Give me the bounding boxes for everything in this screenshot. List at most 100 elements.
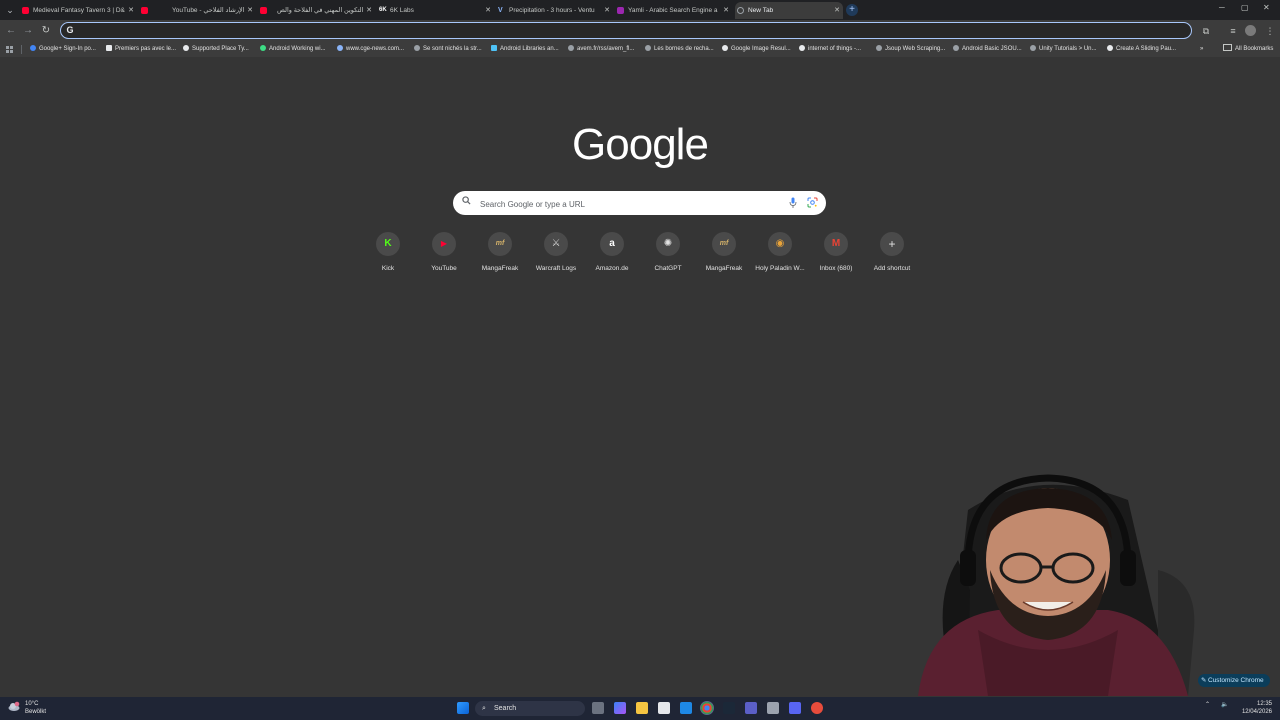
new-tab-icon [737, 7, 744, 14]
tab-4[interactable]: V Precipitation - 3 hours - Ventu ✕ [496, 2, 613, 19]
shortcut-inbox[interactable]: M Inbox (680) [808, 232, 864, 278]
shortcut-amazon[interactable]: a Amazon.de [584, 232, 640, 278]
bookmark-favicon-icon [568, 45, 574, 51]
address-input[interactable] [79, 24, 1183, 38]
apps-grid-icon[interactable] [6, 46, 13, 53]
clock[interactable]: 12:35 12/04/2026 [1236, 700, 1272, 716]
bookmark-item[interactable]: Android Working wi... [260, 42, 326, 57]
shortcut-chatgpt[interactable]: ✺ ChatGPT [640, 232, 696, 278]
more-bookmarks-icon[interactable]: » [1200, 42, 1203, 57]
shortcut-holy-paladin[interactable]: ◉ Holy Paladin W... [752, 232, 808, 278]
close-tab-icon[interactable]: ✕ [723, 2, 729, 19]
windows-start-icon[interactable] [457, 702, 469, 714]
shortcut-add[interactable]: + Add shortcut [864, 232, 920, 278]
google-g-icon: G [66, 25, 74, 35]
tab-strip: ⌄ Medieval Fantasy Tavern 3 | D& ✕ YouTu… [0, 0, 1280, 20]
bookmark-favicon-icon [1107, 45, 1113, 51]
chrome-icon[interactable] [700, 701, 714, 715]
maximize-icon[interactable]: ▢ [1241, 3, 1249, 12]
bookmark-label: www.cge-news.com... [346, 46, 405, 52]
bookmark-item[interactable]: Android Libraries an... [491, 42, 559, 57]
microphone-icon[interactable] [789, 197, 797, 209]
tab-2[interactable]: التكوين المهني في الفلاحة والص ✕ [258, 2, 375, 19]
youtube-icon [22, 7, 29, 14]
bookmark-item[interactable]: Create A Sliding Pau... [1107, 42, 1176, 57]
close-tab-icon[interactable]: ✕ [247, 2, 253, 19]
new-tab-button[interactable]: + [846, 4, 858, 16]
bookmark-item[interactable]: internet of things -... [799, 42, 861, 57]
media-control-icon[interactable]: ≡ [1227, 25, 1239, 37]
close-tab-icon[interactable]: ✕ [834, 2, 840, 19]
shortcut-mangafreak[interactable]: mf MangaFreak [472, 232, 528, 278]
close-tab-icon[interactable]: ✕ [128, 2, 134, 19]
bookmark-item[interactable]: Les bornes de recha... [645, 42, 714, 57]
bookmark-item[interactable]: Premiers pas avec le... [106, 42, 176, 57]
bookmark-label: Create A Sliding Pau... [1116, 46, 1177, 52]
bookmark-favicon-icon [722, 45, 728, 51]
google-lens-icon[interactable] [807, 197, 818, 208]
tab-search-chevron-icon[interactable]: ⌄ [4, 4, 16, 16]
store-icon[interactable] [658, 702, 670, 714]
tab-title: 6K Labs [390, 7, 414, 14]
customize-label: Customize Chrome [1208, 677, 1264, 684]
close-tab-icon[interactable]: ✕ [366, 2, 372, 19]
file-explorer-icon[interactable] [636, 702, 648, 714]
bookmark-item[interactable]: Google+ Sign-In po... [30, 42, 96, 57]
close-window-icon[interactable]: ✕ [1263, 3, 1270, 12]
mail-icon[interactable] [680, 702, 692, 714]
tab-5[interactable]: Yamli - Arabic Search Engine a ✕ [615, 2, 732, 19]
bookmark-label: internet of things -... [808, 46, 862, 52]
cloud-icon [8, 701, 20, 711]
close-tab-icon[interactable]: ✕ [485, 2, 491, 19]
tab-6[interactable]: New Tab ✕ [735, 2, 843, 19]
tray-chevron-icon[interactable]: ⌃ [1205, 701, 1210, 708]
shortcut-kick[interactable]: K Kick [360, 232, 416, 278]
app-icon[interactable] [767, 702, 779, 714]
extensions-icon[interactable]: ⧉ [1200, 25, 1212, 37]
bookmark-item[interactable]: avem.fr/rss/avem_fl... [568, 42, 634, 57]
bookmark-item[interactable]: Unity Tutorials > Un... [1030, 42, 1097, 57]
reload-icon[interactable]: ↻ [39, 24, 53, 38]
search-input[interactable] [478, 196, 782, 212]
bookmark-item[interactable]: Supported Place Ty... [183, 42, 249, 57]
add-icon: + [888, 237, 896, 251]
address-bar[interactable]: G [60, 22, 1192, 39]
steam-icon[interactable] [723, 702, 735, 714]
task-view-icon[interactable] [592, 702, 604, 714]
copilot-icon[interactable] [614, 702, 626, 714]
shortcut-mangafreak-2[interactable]: mf MangaFreak [696, 232, 752, 278]
shortcut-youtube[interactable]: ▶ YouTube [416, 232, 472, 278]
bookmark-label: Google Image Resul... [731, 46, 791, 52]
tab-3[interactable]: 6K 6K Labs ✕ [377, 2, 494, 19]
bookmark-favicon-icon [106, 45, 112, 51]
bookmark-item[interactable]: Jsoup Web Scraping... [876, 42, 945, 57]
bookmark-item[interactable]: Se sont nichés la str... [414, 42, 482, 57]
back-icon[interactable]: ← [4, 24, 18, 38]
tab-0[interactable]: Medieval Fantasy Tavern 3 | D& ✕ [20, 2, 137, 19]
all-bookmarks[interactable]: All Bookmarks [1223, 42, 1273, 57]
profile-avatar[interactable] [1245, 25, 1256, 36]
mangafreak-icon: mf [719, 240, 729, 247]
minimize-icon[interactable]: ─ [1219, 3, 1225, 12]
shortcut-circle: ⚔ [544, 232, 568, 256]
bookmark-item[interactable]: Android Basic JSOU... [953, 42, 1022, 57]
bookmark-label: Google+ Sign-In po... [39, 46, 96, 52]
tab-title: YouTube - الإرشاد الفلاحي [172, 7, 245, 14]
bookmark-item[interactable]: www.cge-news.com... [337, 42, 404, 57]
customize-chrome-button[interactable]: ✎ Customize Chrome [1198, 674, 1270, 687]
discord-icon[interactable] [789, 702, 801, 714]
shortcut-warcraft-logs[interactable]: ⚔ Warcraft Logs [528, 232, 584, 278]
tab-1[interactable]: YouTube - الإرشاد الفلاحي ✕ [139, 2, 256, 19]
teams-icon[interactable] [745, 702, 757, 714]
menu-icon[interactable]: ⋮ [1264, 25, 1276, 37]
shortcut-label: Warcraft Logs [535, 265, 577, 272]
close-tab-icon[interactable]: ✕ [604, 2, 610, 19]
volume-icon[interactable]: 🔈 [1221, 701, 1228, 708]
bookmark-item[interactable]: Google Image Resul... [722, 42, 791, 57]
search-box[interactable] [453, 191, 826, 215]
taskbar-search[interactable]: ⌕ Search [475, 701, 585, 716]
bookmark-favicon-icon [953, 45, 959, 51]
obs-icon[interactable] [811, 702, 823, 714]
youtube-icon [260, 7, 267, 14]
forward-icon[interactable]: → [21, 24, 35, 38]
